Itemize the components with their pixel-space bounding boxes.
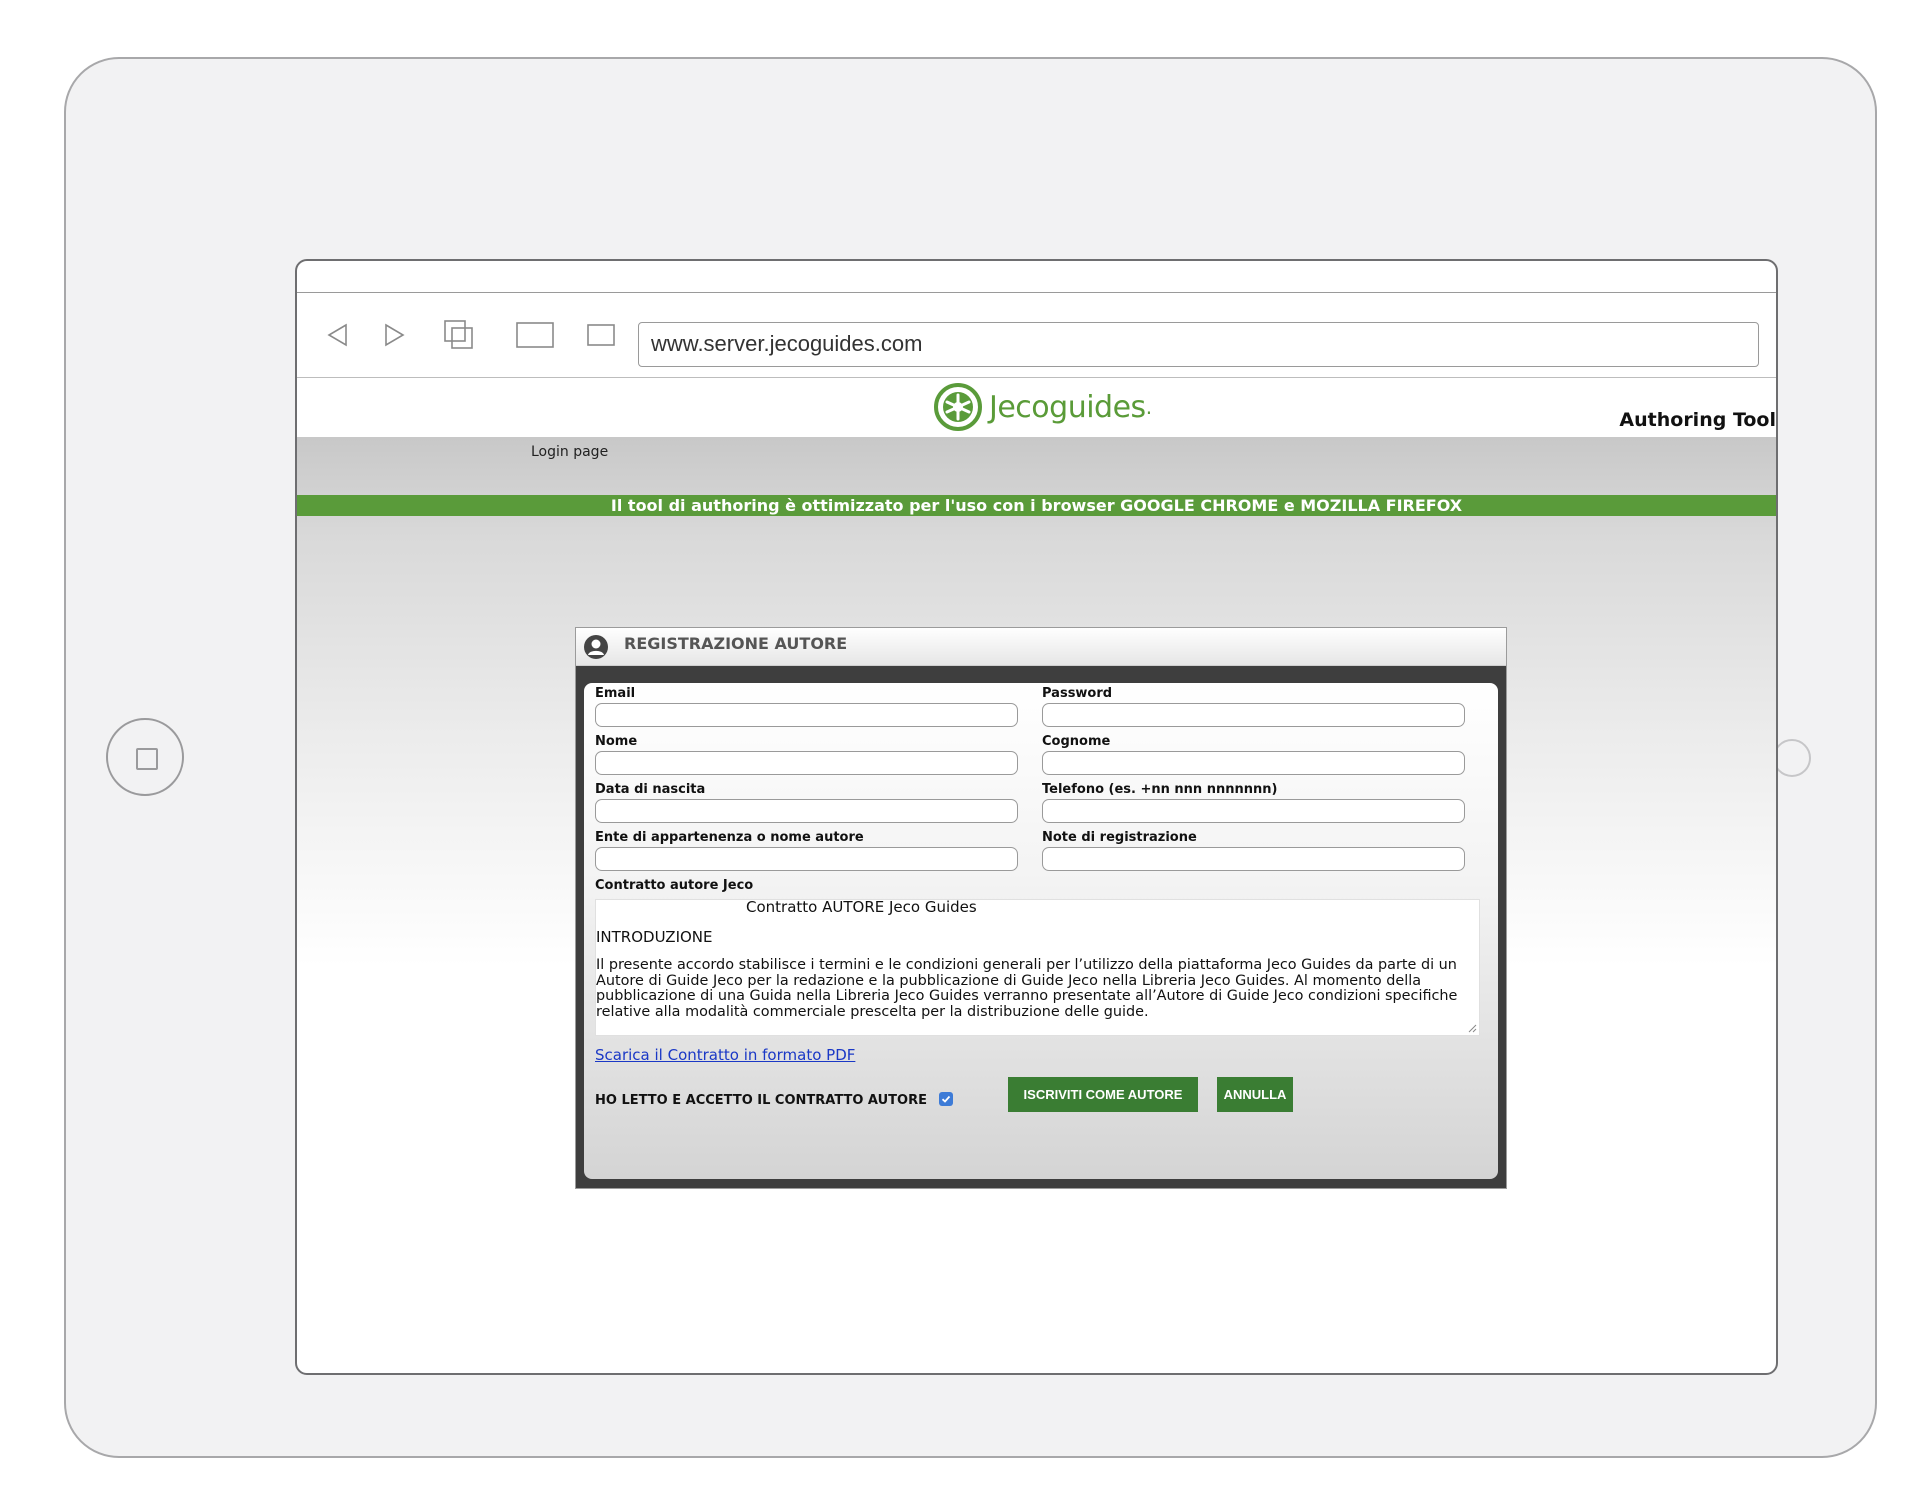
tablet-frame: www.server.jecoguides.com Jecoguides. Au… <box>64 57 1877 1458</box>
browser-notice-banner: Il tool di authoring è ottimizzato per l… <box>297 495 1776 516</box>
browser-toolbar: www.server.jecoguides.com <box>297 293 1776 378</box>
contract-textarea[interactable]: Contratto AUTORE Jeco Guides INTRODUZION… <box>595 899 1480 1036</box>
cancel-button[interactable]: ANNULLA <box>1217 1077 1293 1112</box>
data-nascita-label: Data di nascita <box>595 782 706 797</box>
ente-label: Ente di appartenenza o nome autore <box>595 830 864 845</box>
data-nascita-field[interactable] <box>595 799 1018 823</box>
bookmark-square-icon[interactable] <box>583 317 619 353</box>
download-pdf-link[interactable]: Scarica il Contratto in formato PDF <box>595 1046 855 1064</box>
accept-contract-label: HO LETTO E ACCETTO IL CONTRATTO AUTORE <box>595 1093 927 1108</box>
tabs-icon[interactable] <box>441 317 477 353</box>
email-field[interactable] <box>595 703 1018 727</box>
logo-text: Jecoguides <box>989 389 1146 425</box>
jecoguides-logo-icon <box>934 383 982 431</box>
home-square-icon <box>136 748 158 770</box>
breadcrumb: Login page <box>531 444 609 460</box>
note-field[interactable] <box>1042 847 1465 871</box>
cognome-label: Cognome <box>1042 734 1111 749</box>
note-label: Note di registrazione <box>1042 830 1197 845</box>
contract-intro: INTRODUZIONE <box>596 928 713 946</box>
accept-contract-checkbox[interactable] <box>939 1092 953 1106</box>
status-strip <box>297 261 1776 293</box>
password-label: Password <box>1042 686 1113 701</box>
dialog-title: REGISTRAZIONE AUTORE <box>624 634 848 653</box>
nome-label: Nome <box>595 734 638 749</box>
contract-title: Contratto AUTORE Jeco Guides <box>746 899 977 916</box>
tool-title: Authoring Tool <box>1619 409 1776 431</box>
forward-arrow-icon[interactable] <box>377 317 413 353</box>
dialog-header: REGISTRAZIONE AUTORE <box>576 628 1506 666</box>
browser-screen: www.server.jecoguides.com Jecoguides. Au… <box>295 259 1778 1375</box>
camera-icon <box>1773 739 1811 777</box>
site-header: Jecoguides. Authoring Tool <box>297 378 1776 437</box>
ente-field[interactable] <box>595 847 1018 871</box>
email-label: Email <box>595 686 636 701</box>
jecoguides-logo[interactable]: Jecoguides. <box>933 382 1152 432</box>
contract-label: Contratto autore Jeco <box>595 878 754 893</box>
cognome-field[interactable] <box>1042 751 1465 775</box>
window-icon[interactable] <box>515 317 555 353</box>
registration-dialog: REGISTRAZIONE AUTORE Email Password Nome… <box>575 627 1507 1189</box>
logo-suffix: . <box>1145 395 1153 419</box>
telefono-label: Telefono (es. +nn nnn nnnnnnn) <box>1042 782 1278 797</box>
address-bar[interactable]: www.server.jecoguides.com <box>638 322 1759 367</box>
password-field[interactable] <box>1042 703 1465 727</box>
home-button[interactable] <box>106 718 184 796</box>
resize-grip-icon[interactable] <box>1467 1023 1477 1033</box>
check-icon <box>941 1095 951 1103</box>
telefono-field[interactable] <box>1042 799 1465 823</box>
user-icon <box>584 635 608 659</box>
contract-text: Il presente accordo stabilisce i termini… <box>596 957 1458 1020</box>
back-arrow-icon[interactable] <box>319 317 355 353</box>
register-author-button[interactable]: ISCRIVITI COME AUTORE <box>1008 1077 1198 1112</box>
registration-form: Email Password Nome Cognome Data di nasc… <box>584 683 1498 1179</box>
nome-field[interactable] <box>595 751 1018 775</box>
